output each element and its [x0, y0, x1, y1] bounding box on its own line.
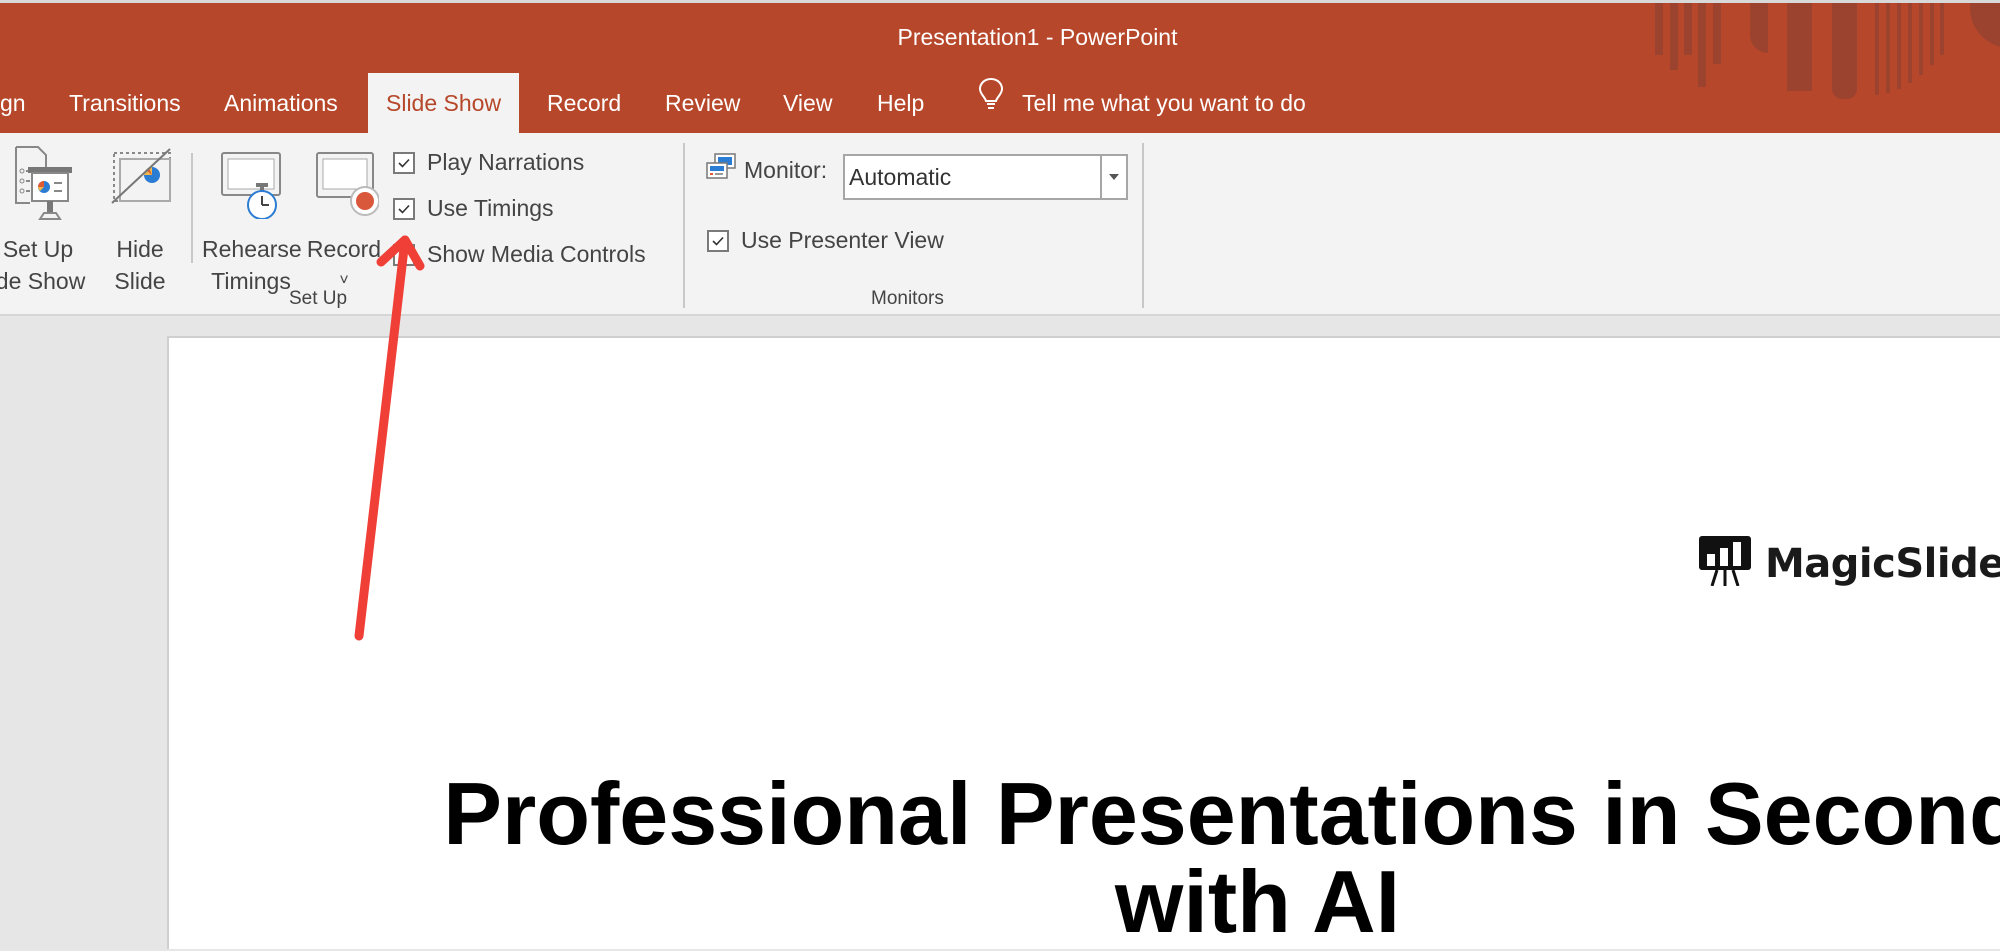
- group-label-setup: Set Up: [289, 288, 348, 309]
- ribbon: Set Up ide Show Hide Slide Rehearse Timi…: [0, 133, 2000, 316]
- tab-design[interactable]: gn: [0, 73, 26, 133]
- headline-line-1: Professional Presentations in Seconds: [443, 764, 2000, 863]
- slide-canvas[interactable]: MagicSlides Professional Presentations i…: [167, 336, 2000, 949]
- ribbon-group-separator: [683, 143, 685, 308]
- play-narrations-label: Play Narrations: [427, 149, 585, 175]
- monitor-dropdown-value: Automatic: [849, 164, 952, 190]
- setup-slideshow-icon: [0, 145, 86, 233]
- window-title: Presentation1 - PowerPoint: [897, 24, 1178, 50]
- setup-slideshow-label-2: ide Show: [0, 268, 86, 294]
- dropdown-arrow-icon[interactable]: [1100, 156, 1126, 198]
- rehearse-timings-label-1: Rehearse: [202, 236, 302, 262]
- checkbox-box: [393, 243, 415, 266]
- hide-slide-label-2: Slide: [114, 268, 166, 294]
- rehearse-timings-label-2: Timings: [211, 268, 291, 294]
- record-icon: [304, 145, 384, 233]
- tab-slide-show[interactable]: Slide Show: [368, 73, 520, 133]
- monitor-icon: [706, 153, 736, 187]
- rehearse-timings-button[interactable]: Rehearse Timings: [202, 145, 302, 297]
- checkbox-box: [707, 229, 729, 252]
- hide-slide-label-1: Hide: [116, 236, 164, 262]
- hide-slide-button[interactable]: Hide Slide: [104, 145, 176, 297]
- rehearse-timings-icon: [202, 145, 300, 233]
- presentation-board-icon: [1699, 536, 1751, 591]
- tell-me-search[interactable]: Tell me what you want to do: [978, 73, 1306, 133]
- tab-transitions[interactable]: Transitions: [69, 73, 181, 133]
- tab-animations[interactable]: Animations: [224, 73, 338, 133]
- hide-slide-icon: [104, 145, 176, 233]
- tab-record[interactable]: Record: [547, 73, 621, 133]
- tell-me-text: Tell me what you want to do: [1022, 90, 1306, 116]
- logo-text: MagicSlides: [1765, 540, 2000, 587]
- title-bar-decoration: [1832, 3, 1857, 99]
- use-presenter-view-label: Use Presenter View: [741, 227, 944, 253]
- record-label: Record: [306, 236, 382, 262]
- headline-line-2: with AI: [1114, 852, 1401, 951]
- slide-headline[interactable]: Professional Presentations in Seconds wi…: [169, 770, 2000, 946]
- record-button[interactable]: Record ˅: [304, 145, 384, 297]
- monitor-row: Monitor:: [706, 153, 827, 187]
- lightbulb-icon: [978, 73, 1004, 133]
- monitor-dropdown[interactable]: Automatic: [843, 154, 1128, 200]
- magicslides-logo: MagicSlides: [1699, 536, 2000, 591]
- use-presenter-view-checkbox[interactable]: Use Presenter View: [707, 227, 944, 254]
- tab-help[interactable]: Help: [877, 73, 924, 133]
- show-media-controls-label: Show Media Controls: [427, 241, 646, 267]
- use-timings-label: Use Timings: [427, 195, 554, 221]
- use-timings-checkbox[interactable]: Use Timings: [393, 195, 554, 222]
- ribbon-separator: [191, 153, 193, 263]
- tab-review[interactable]: Review: [665, 73, 740, 133]
- setup-slideshow-button[interactable]: Set Up ide Show: [0, 145, 86, 297]
- ribbon-group-separator: [1142, 143, 1144, 308]
- play-narrations-checkbox[interactable]: Play Narrations: [393, 149, 584, 176]
- title-bar: Presentation1 - PowerPoint gn Transition…: [0, 0, 2000, 133]
- tab-view[interactable]: View: [783, 73, 832, 133]
- setup-slideshow-label-1: Set Up: [2, 236, 74, 262]
- monitor-label: Monitor:: [744, 156, 828, 183]
- show-media-controls-checkbox[interactable]: Show Media Controls: [393, 241, 646, 268]
- checkbox-box: [393, 151, 415, 174]
- checkbox-box: [393, 197, 415, 220]
- group-label-monitors: Monitors: [871, 288, 944, 309]
